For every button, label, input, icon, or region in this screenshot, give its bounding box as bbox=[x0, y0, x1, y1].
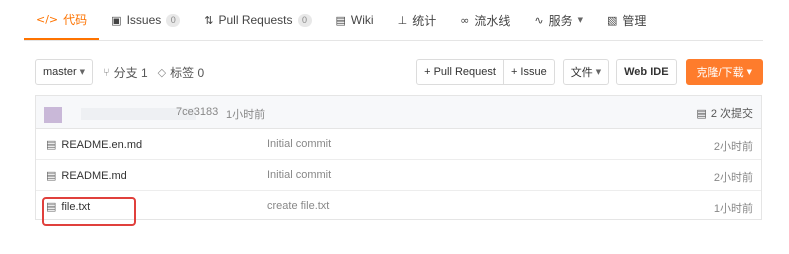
new-issue-button[interactable]: + Issue bbox=[503, 59, 555, 85]
highlight-box bbox=[42, 197, 136, 226]
files-dropdown[interactable]: 文件 ▼ bbox=[562, 59, 610, 85]
tab-label: Issues bbox=[126, 13, 162, 27]
file-list: 7ce3183 1小时前 ▤ 2 次提交 ▤ README.en.md Init… bbox=[35, 95, 762, 226]
branch-icon: ⑂ bbox=[103, 65, 110, 79]
tab-label: Wiki bbox=[350, 13, 374, 27]
issues-icon: ▣ bbox=[111, 13, 122, 27]
pipeline-icon: ∞ bbox=[460, 13, 470, 27]
file-icon: ▤ bbox=[46, 169, 57, 182]
repo-toolbar: master ▼ ⑂ 分支 1 ◇ 标签 0 + Pull Request + … bbox=[35, 59, 763, 85]
tab-code[interactable]: </> 代码 bbox=[24, 0, 100, 40]
files-label: 文件 bbox=[570, 67, 593, 79]
tab-label: 服务 bbox=[548, 13, 573, 28]
file-time: 2小时前 bbox=[713, 172, 753, 184]
latest-commit-bar: 7ce3183 1小时前 ▤ 2 次提交 bbox=[36, 96, 761, 129]
tab-pipeline[interactable]: ∞ 流水线 bbox=[448, 0, 522, 40]
new-pull-request-button[interactable]: + Pull Request bbox=[416, 59, 504, 85]
clone-label: 克隆/下载 bbox=[696, 67, 744, 79]
file-row[interactable]: ▤ README.en.md Initial commit 2小时前 bbox=[36, 129, 761, 160]
tags-link[interactable]: ◇ 标签 0 bbox=[158, 64, 204, 81]
avatar[interactable] bbox=[44, 107, 62, 123]
branches-count: 分支 1 bbox=[113, 65, 148, 80]
file-name-link[interactable]: ▤ README.md bbox=[46, 169, 127, 182]
commit-message[interactable]: Initial commit bbox=[267, 138, 331, 150]
tab-wiki[interactable]: ▤ Wiki bbox=[324, 0, 386, 40]
file-icon: ▤ bbox=[46, 138, 57, 151]
tab-label: 代码 bbox=[63, 12, 88, 27]
count-badge: 0 bbox=[166, 13, 181, 27]
chevron-down-icon: ▼ bbox=[577, 16, 584, 24]
tab-issues[interactable]: ▣ Issues 0 bbox=[99, 0, 192, 40]
tag-icon: ◇ bbox=[157, 65, 167, 79]
tab-label: 流水线 bbox=[474, 13, 511, 28]
branch-select[interactable]: master ▼ bbox=[35, 59, 94, 85]
commit-count: 2 次提交 bbox=[710, 108, 753, 120]
service-icon: ∿ bbox=[534, 13, 544, 27]
manage-icon: ▧ bbox=[607, 13, 618, 27]
pull-request-icon: ⇅ bbox=[204, 13, 214, 27]
wiki-icon: ▤ bbox=[335, 13, 346, 27]
tab-manage[interactable]: ▧ 管理 bbox=[595, 0, 658, 40]
file-row[interactable]: ▤ README.md Initial commit 2小时前 bbox=[36, 160, 761, 191]
file-time: 2小时前 bbox=[713, 141, 753, 153]
file-name: README.en.md bbox=[61, 138, 143, 151]
file-name-link[interactable]: ▤ README.en.md bbox=[46, 138, 142, 151]
clone-download-button[interactable]: 克隆/下载 ▼ bbox=[685, 59, 763, 85]
chevron-down-icon: ▼ bbox=[595, 68, 602, 76]
commits-link[interactable]: ▤ 2 次提交 bbox=[696, 105, 753, 121]
create-group: + Pull Request + Issue bbox=[416, 59, 555, 85]
file-time: 1小时前 bbox=[713, 203, 753, 215]
commit-time: 1小时前 bbox=[226, 109, 266, 121]
web-ide-button[interactable]: Web IDE bbox=[616, 59, 677, 85]
chevron-down-icon: ▼ bbox=[746, 68, 752, 76]
branches-link[interactable]: ⑂ 分支 1 bbox=[103, 64, 148, 81]
commit-message[interactable]: create file.txt bbox=[267, 200, 329, 212]
repo-nav-tabs: </> 代码 ▣ Issues 0 ⇅ Pull Requests 0 ▤ Wi… bbox=[24, 0, 763, 41]
tab-label: 统计 bbox=[412, 13, 437, 28]
tab-service[interactable]: ∿ 服务 ▼ bbox=[522, 0, 595, 40]
file-name: README.md bbox=[61, 169, 127, 182]
tab-stats[interactable]: ⊥ 统计 bbox=[386, 0, 449, 40]
file-row[interactable]: ▤ file.txt create file.txt 1小时前 bbox=[36, 191, 761, 226]
stats-icon: ⊥ bbox=[397, 13, 408, 27]
file-name-link[interactable]: ▤ file.txt bbox=[42, 197, 136, 226]
commit-hash[interactable]: 7ce3183 bbox=[176, 106, 218, 118]
tags-count: 标签 0 bbox=[170, 65, 205, 80]
tab-label: Pull Requests bbox=[218, 13, 293, 27]
branch-name: master bbox=[43, 66, 77, 78]
commit-icon: ▤ bbox=[696, 107, 707, 120]
commit-message[interactable]: Initial commit bbox=[267, 169, 331, 181]
tab-label: 管理 bbox=[622, 13, 647, 28]
chevron-down-icon: ▼ bbox=[79, 68, 86, 76]
count-badge: 0 bbox=[297, 13, 312, 27]
tab-pull-requests[interactable]: ⇅ Pull Requests 0 bbox=[192, 0, 323, 40]
code-icon: </> bbox=[36, 12, 59, 26]
